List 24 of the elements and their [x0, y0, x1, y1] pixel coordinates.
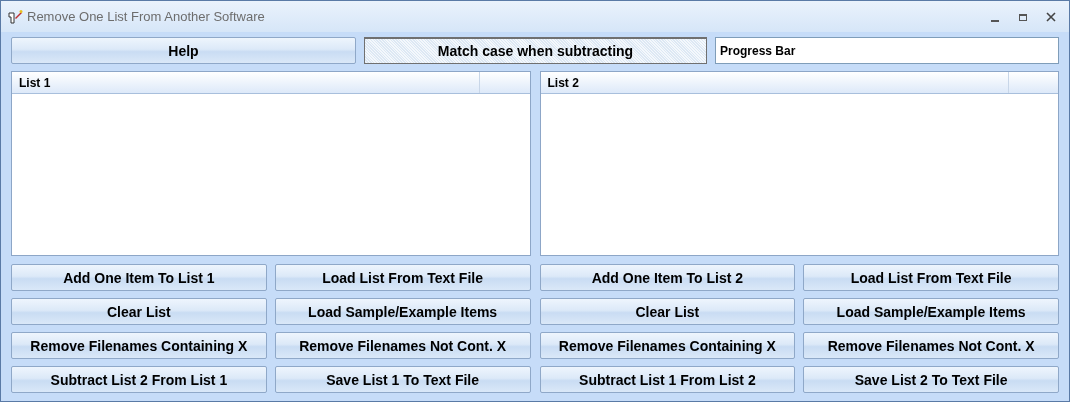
action-button[interactable]: Clear List: [539, 298, 796, 325]
action-button[interactable]: Remove Filenames Containing X: [539, 332, 796, 359]
action-button[interactable]: Add One Item To List 2: [539, 264, 796, 291]
list-view[interactable]: List 2: [539, 71, 1059, 256]
action-button[interactable]: Subtract List 1 From List 2: [539, 366, 796, 393]
action-button[interactable]: Load List From Text File: [274, 264, 531, 291]
action-button[interactable]: Remove Filenames Containing X: [11, 332, 267, 359]
action-button[interactable]: Remove Filenames Not Cont. X: [274, 332, 531, 359]
action-button[interactable]: Subtract List 2 From List 1: [11, 366, 267, 393]
close-icon: [1046, 11, 1056, 22]
help-button[interactable]: Help: [11, 37, 356, 64]
action-button[interactable]: Load List From Text File: [803, 264, 1059, 291]
match-case-toggle[interactable]: Match case when subtracting: [364, 37, 707, 64]
action-button[interactable]: Save List 1 To Text File: [274, 366, 531, 393]
action-button[interactable]: Add One Item To List 1: [11, 264, 267, 291]
action-button[interactable]: Remove Filenames Not Cont. X: [803, 332, 1059, 359]
window-title: Remove One List From Another Software: [27, 9, 266, 24]
action-button[interactable]: Load Sample/Example Items: [803, 298, 1059, 325]
action-button[interactable]: Load Sample/Example Items: [274, 298, 531, 325]
list-view[interactable]: List 1: [11, 71, 531, 256]
minimize-icon: [991, 19, 999, 22]
action-button[interactable]: Clear List: [11, 298, 267, 325]
action-button[interactable]: Save List 2 To Text File: [803, 366, 1059, 393]
app-icon: [7, 8, 23, 25]
